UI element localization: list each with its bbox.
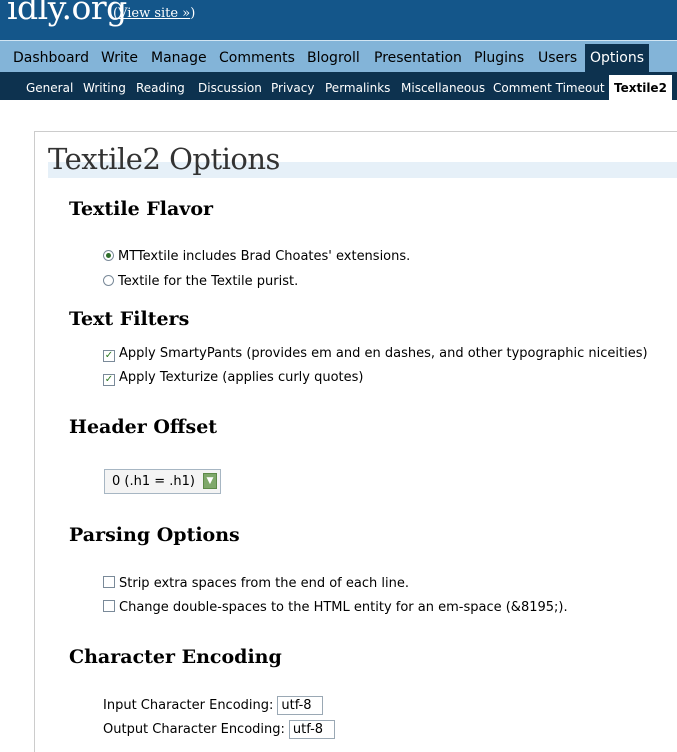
character-encoding-heading: Character Encoding xyxy=(69,646,282,668)
input-encoding-field[interactable]: utf-8 xyxy=(277,696,324,715)
output-encoding-field[interactable]: utf-8 xyxy=(288,720,335,739)
texturize-checkbox[interactable]: ✓ xyxy=(103,374,115,386)
site-header: idly.org (View site ») xyxy=(0,0,677,40)
output-encoding-row: Output Character Encoding: utf-8 xyxy=(103,720,335,739)
purist-radio[interactable] xyxy=(103,275,114,286)
em-space-label: Change double-spaces to the HTML entity … xyxy=(119,600,568,615)
output-encoding-label: Output Character Encoding: xyxy=(103,722,285,737)
menu-options[interactable]: Options xyxy=(585,44,650,73)
menu-manage[interactable]: Manage xyxy=(146,44,212,73)
submenu-comment-timeout[interactable]: Comment Timeout xyxy=(488,75,610,100)
purist-label: Textile for the Textile purist. xyxy=(118,274,299,289)
site-title: idly.org xyxy=(7,0,127,27)
em-space-option[interactable]: Change double-spaces to the HTML entity … xyxy=(103,600,568,615)
view-site-close-paren: ) xyxy=(190,6,196,21)
page-title: Textile2 Options xyxy=(48,142,280,176)
submenu-discussion[interactable]: Discussion xyxy=(193,75,267,100)
strip-spaces-checkbox[interactable] xyxy=(103,576,115,588)
menu-comments[interactable]: Comments xyxy=(214,44,300,73)
textile-flavor-heading: Textile Flavor xyxy=(69,198,214,220)
textile-flavor-option-purist[interactable]: Textile for the Textile purist. xyxy=(103,274,298,289)
submenu-miscellaneous[interactable]: Miscellaneous xyxy=(396,75,490,100)
submenu-writing[interactable]: Writing xyxy=(78,75,131,100)
em-space-checkbox[interactable] xyxy=(103,600,115,612)
header-offset-select[interactable]: 0 (.h1 = .h1) ▼ xyxy=(104,469,221,494)
input-encoding-label: Input Character Encoding: xyxy=(103,698,274,713)
text-filters-heading: Text Filters xyxy=(69,308,190,330)
menu-plugins[interactable]: Plugins xyxy=(469,44,529,73)
view-site: (View site ») xyxy=(113,6,195,21)
header-offset-heading: Header Offset xyxy=(69,416,218,438)
menu-dashboard[interactable]: Dashboard xyxy=(8,44,94,73)
mttextile-radio[interactable] xyxy=(103,250,114,261)
texturize-label: Apply Texturize (applies curly quotes) xyxy=(119,370,364,385)
submenu-general[interactable]: General xyxy=(21,75,78,100)
submenu-textile2[interactable]: Textile2 xyxy=(609,75,672,100)
parsing-options-heading: Parsing Options xyxy=(69,524,240,546)
chevron-down-icon[interactable]: ▼ xyxy=(203,473,217,489)
smartypants-option[interactable]: ✓ Apply SmartyPants (provides em and en d… xyxy=(103,346,648,362)
input-encoding-row: Input Character Encoding: utf-8 xyxy=(103,696,324,715)
texturize-option[interactable]: ✓ Apply Texturize (applies curly quotes) xyxy=(103,370,364,386)
submenu-permalinks[interactable]: Permalinks xyxy=(320,75,395,100)
smartypants-checkbox[interactable]: ✓ xyxy=(103,350,115,362)
sub-menu: General Writing Reading Discussion Priva… xyxy=(0,72,677,100)
textile-flavor-option-mttextile[interactable]: MTTextile includes Brad Choates' extensi… xyxy=(103,249,410,264)
menu-users[interactable]: Users xyxy=(533,44,582,73)
header-offset-selected: 0 (.h1 = .h1) xyxy=(112,474,195,489)
smartypants-label: Apply SmartyPants (provides em and en da… xyxy=(119,346,648,361)
content-wrap: Textile2 Options Textile Flavor MTTextil… xyxy=(34,131,677,752)
submenu-reading[interactable]: Reading xyxy=(131,75,190,100)
submenu-privacy[interactable]: Privacy xyxy=(266,75,319,100)
menu-presentation[interactable]: Presentation xyxy=(369,44,467,73)
strip-spaces-option[interactable]: Strip extra spaces from the end of each … xyxy=(103,576,409,591)
menu-blogroll[interactable]: Blogroll xyxy=(302,44,365,73)
mttextile-label: MTTextile includes Brad Choates' extensi… xyxy=(118,249,411,264)
view-site-link[interactable]: View site » xyxy=(118,6,190,21)
admin-menu: Dashboard Write Manage Comments Blogroll… xyxy=(0,40,677,73)
strip-spaces-label: Strip extra spaces from the end of each … xyxy=(119,576,409,591)
menu-write[interactable]: Write xyxy=(96,44,143,73)
